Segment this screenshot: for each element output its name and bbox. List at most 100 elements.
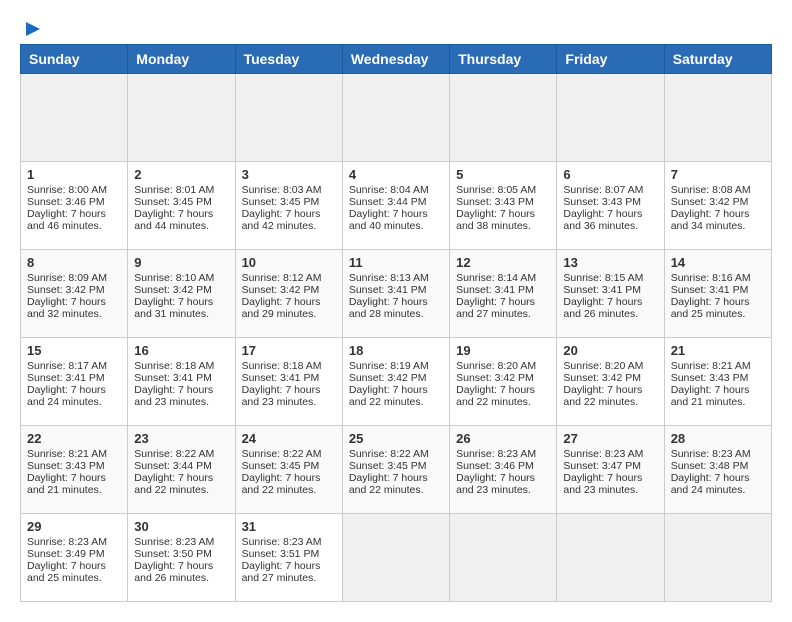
calendar-cell: 13Sunrise: 8:15 AMSunset: 3:41 PMDayligh… <box>557 250 664 338</box>
calendar-cell: 6Sunrise: 8:07 AMSunset: 3:43 PMDaylight… <box>557 162 664 250</box>
daylight-text: Daylight: 7 hours and 28 minutes. <box>349 296 428 320</box>
sunset-text: Sunset: 3:45 PM <box>242 196 320 208</box>
sunset-text: Sunset: 3:43 PM <box>456 196 534 208</box>
day-number: 18 <box>349 343 443 358</box>
day-number: 8 <box>27 255 121 270</box>
sunrise-text: Sunrise: 8:01 AM <box>134 184 214 196</box>
daylight-text: Daylight: 7 hours and 23 minutes. <box>563 472 642 496</box>
day-number: 23 <box>134 431 228 446</box>
day-number: 31 <box>242 519 336 534</box>
calendar-cell: 30Sunrise: 8:23 AMSunset: 3:50 PMDayligh… <box>128 514 235 602</box>
sunrise-text: Sunrise: 8:07 AM <box>563 184 643 196</box>
daylight-text: Daylight: 7 hours and 21 minutes. <box>671 384 750 408</box>
sunset-text: Sunset: 3:50 PM <box>134 548 212 560</box>
daylight-text: Daylight: 7 hours and 40 minutes. <box>349 208 428 232</box>
sunset-text: Sunset: 3:42 PM <box>671 196 749 208</box>
calendar-cell: 12Sunrise: 8:14 AMSunset: 3:41 PMDayligh… <box>450 250 557 338</box>
day-header-friday: Friday <box>557 45 664 74</box>
sunrise-text: Sunrise: 8:18 AM <box>242 360 322 372</box>
calendar-cell: 28Sunrise: 8:23 AMSunset: 3:48 PMDayligh… <box>664 426 771 514</box>
day-number: 2 <box>134 167 228 182</box>
daylight-text: Daylight: 7 hours and 25 minutes. <box>671 296 750 320</box>
calendar-header: SundayMondayTuesdayWednesdayThursdayFrid… <box>21 45 772 74</box>
day-number: 7 <box>671 167 765 182</box>
sunrise-text: Sunrise: 8:22 AM <box>242 448 322 460</box>
sunset-text: Sunset: 3:45 PM <box>134 196 212 208</box>
day-number: 9 <box>134 255 228 270</box>
sunrise-text: Sunrise: 8:13 AM <box>349 272 429 284</box>
calendar-cell: 16 Sunrise: 8:18 AMSunset: 3:41 PMDayligh… <box>128 338 235 426</box>
sunrise-text: Sunrise: 8:22 AM <box>134 448 214 460</box>
day-number: 21 <box>671 343 765 358</box>
sunset-text: Sunset: 3:42 PM <box>349 372 427 384</box>
calendar-cell: 8Sunrise: 8:09 AMSunset: 3:42 PMDaylight… <box>21 250 128 338</box>
sunrise-text: Sunrise: 8:05 AM <box>456 184 536 196</box>
page-header <box>20 20 772 34</box>
calendar-cell: 20Sunrise: 8:20 AMSunset: 3:42 PMDayligh… <box>557 338 664 426</box>
day-header-sunday: Sunday <box>21 45 128 74</box>
sunrise-text: Sunrise: 8:08 AM <box>671 184 751 196</box>
day-header-saturday: Saturday <box>664 45 771 74</box>
sunrise-text: Sunrise: 8:12 AM <box>242 272 322 284</box>
days-of-week-row: SundayMondayTuesdayWednesdayThursdayFrid… <box>21 45 772 74</box>
calendar-cell <box>557 514 664 602</box>
daylight-text: Daylight: 7 hours and 23 minutes. <box>134 384 213 408</box>
sunrise-text: Sunrise: 8:18 AM <box>134 360 214 372</box>
daylight-text: Daylight: 7 hours and 26 minutes. <box>134 560 213 584</box>
daylight-text: Daylight: 7 hours and 22 minutes. <box>242 472 321 496</box>
sunset-text: Sunset: 3:41 PM <box>671 284 749 296</box>
day-number: 22 <box>27 431 121 446</box>
sunrise-text: Sunrise: 8:17 AM <box>27 360 107 372</box>
week-row-4: 22Sunrise: 8:21 AMSunset: 3:43 PMDayligh… <box>21 426 772 514</box>
calendar-cell: 29Sunrise: 8:23 AMSunset: 3:49 PMDayligh… <box>21 514 128 602</box>
sunrise-text: Sunrise: 8:03 AM <box>242 184 322 196</box>
daylight-text: Daylight: 7 hours and 31 minutes. <box>134 296 213 320</box>
day-number: 12 <box>456 255 550 270</box>
calendar-cell: 3Sunrise: 8:03 AMSunset: 3:45 PMDaylight… <box>235 162 342 250</box>
sunset-text: Sunset: 3:43 PM <box>27 460 105 472</box>
day-number: 30 <box>134 519 228 534</box>
calendar-cell: 15Sunrise: 8:17 AMSunset: 3:41 PMDayligh… <box>21 338 128 426</box>
day-number: 25 <box>349 431 443 446</box>
calendar-cell: 21 Sunrise: 8:21 AMSunset: 3:43 PMDayligh… <box>664 338 771 426</box>
daylight-text: Daylight: 7 hours and 46 minutes. <box>27 208 106 232</box>
sunset-text: Sunset: 3:49 PM <box>27 548 105 560</box>
sunset-text: Sunset: 3:46 PM <box>27 196 105 208</box>
sunrise-text: Sunrise: 8:23 AM <box>27 536 107 548</box>
calendar-cell: 25Sunrise: 8:22 AMSunset: 3:45 PMDayligh… <box>342 426 449 514</box>
sunset-text: Sunset: 3:41 PM <box>27 372 105 384</box>
day-number: 27 <box>563 431 657 446</box>
sunset-text: Sunset: 3:42 PM <box>27 284 105 296</box>
calendar-cell: 23Sunrise: 8:22 AMSunset: 3:44 PMDayligh… <box>128 426 235 514</box>
day-number: 4 <box>349 167 443 182</box>
week-row-0 <box>21 74 772 162</box>
day-header-monday: Monday <box>128 45 235 74</box>
calendar-cell <box>557 74 664 162</box>
week-row-5: 29Sunrise: 8:23 AMSunset: 3:49 PMDayligh… <box>21 514 772 602</box>
sunset-text: Sunset: 3:43 PM <box>563 196 641 208</box>
sunset-text: Sunset: 3:51 PM <box>242 548 320 560</box>
day-number: 16 <box>134 343 228 358</box>
day-number: 24 <box>242 431 336 446</box>
day-number: 10 <box>242 255 336 270</box>
sunset-text: Sunset: 3:47 PM <box>563 460 641 472</box>
calendar-cell: 5Sunrise: 8:05 AMSunset: 3:43 PMDaylight… <box>450 162 557 250</box>
calendar-cell: 7Sunrise: 8:08 AMSunset: 3:42 PMDaylight… <box>664 162 771 250</box>
day-header-thursday: Thursday <box>450 45 557 74</box>
logo-flag-icon <box>24 20 42 38</box>
sunset-text: Sunset: 3:43 PM <box>671 372 749 384</box>
day-header-wednesday: Wednesday <box>342 45 449 74</box>
sunrise-text: Sunrise: 8:19 AM <box>349 360 429 372</box>
calendar-cell: 1Sunrise: 8:00 AMSunset: 3:46 PMDaylight… <box>21 162 128 250</box>
daylight-text: Daylight: 7 hours and 23 minutes. <box>242 384 321 408</box>
day-number: 14 <box>671 255 765 270</box>
sunset-text: Sunset: 3:41 PM <box>134 372 212 384</box>
daylight-text: Daylight: 7 hours and 22 minutes. <box>456 384 535 408</box>
sunset-text: Sunset: 3:45 PM <box>349 460 427 472</box>
calendar-cell <box>664 74 771 162</box>
sunrise-text: Sunrise: 8:04 AM <box>349 184 429 196</box>
sunrise-text: Sunrise: 8:21 AM <box>671 360 751 372</box>
week-row-3: 15Sunrise: 8:17 AMSunset: 3:41 PMDayligh… <box>21 338 772 426</box>
calendar-cell: 26Sunrise: 8:23 AMSunset: 3:46 PMDayligh… <box>450 426 557 514</box>
daylight-text: Daylight: 7 hours and 24 minutes. <box>671 472 750 496</box>
